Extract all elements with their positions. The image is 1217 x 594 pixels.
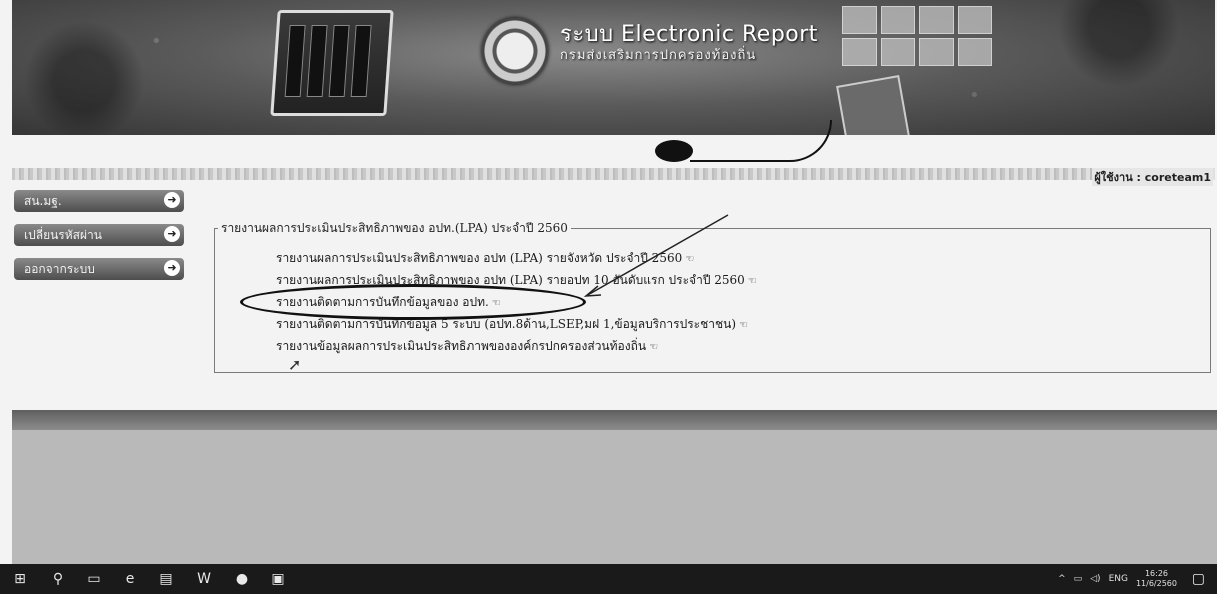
search-icon[interactable]: ⚲ bbox=[50, 571, 66, 587]
clock-time: 16:26 bbox=[1144, 569, 1169, 578]
volume-icon[interactable]: ◁) bbox=[1090, 574, 1100, 584]
footer-area bbox=[12, 430, 1217, 564]
footer-band bbox=[12, 410, 1217, 430]
system-tray: ^ ▭ ◁) ENG 16:26 11/6/2560 bbox=[1058, 569, 1177, 589]
network-icon[interactable]: ▭ bbox=[1074, 574, 1083, 584]
mouse-cursor-icon: ➚ bbox=[288, 355, 302, 374]
browser-app-icon[interactable]: ● bbox=[234, 571, 250, 587]
language-indicator[interactable]: ENG bbox=[1109, 574, 1128, 584]
clock[interactable]: 16:26 11/6/2560 bbox=[1136, 569, 1177, 589]
clock-date: 11/6/2560 bbox=[1135, 579, 1177, 588]
photos-app-icon[interactable]: ▣ bbox=[270, 571, 286, 587]
task-view-icon[interactable]: ▭ bbox=[86, 571, 102, 587]
tray-chevron-icon[interactable]: ^ bbox=[1058, 574, 1066, 584]
windows-taskbar: ⊞ ⚲ ▭ e ▤ W ● ▣ ^ ▭ ◁) ENG 16:26 11/6/25… bbox=[0, 564, 1217, 594]
windows-start-icon[interactable]: ⊞ bbox=[12, 571, 28, 587]
edge-browser-icon[interactable]: e bbox=[122, 571, 138, 587]
word-icon[interactable]: W bbox=[196, 571, 212, 587]
file-explorer-icon[interactable]: ▤ bbox=[158, 571, 174, 587]
action-center-icon[interactable]: ▢ bbox=[1192, 571, 1205, 587]
